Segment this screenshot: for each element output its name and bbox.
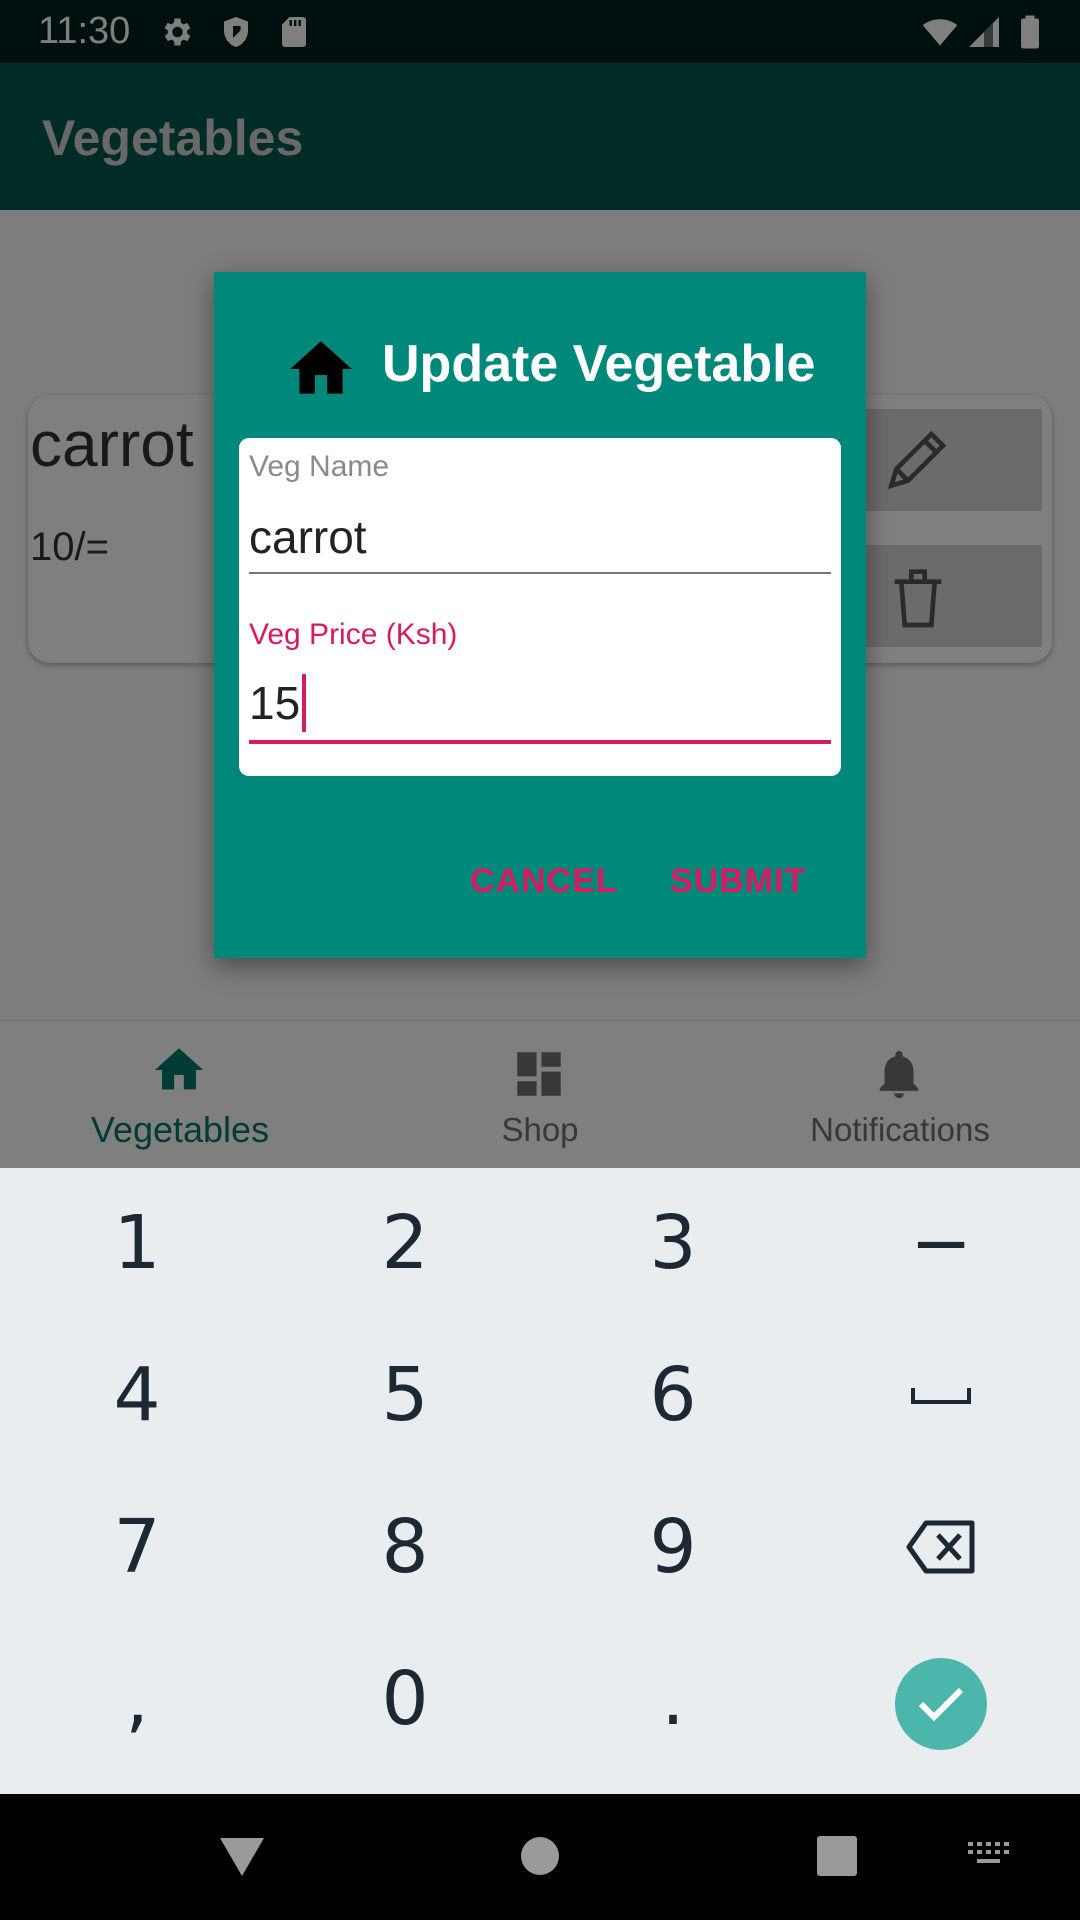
veg-price-underline [249,740,831,744]
key-comma[interactable]: , [2,1624,272,1774]
key-9[interactable]: 9 [538,1472,808,1622]
system-navigation-bar [0,1794,1080,1920]
dialog-title: Update Vegetable [382,335,816,393]
update-vegetable-dialog: Update Vegetable Veg Name carrot Veg Pri… [214,272,866,958]
space-key-icon [911,1388,971,1404]
text-cursor [302,673,307,732]
done-key[interactable] [895,1658,987,1750]
veg-name-input[interactable]: carrot [249,510,367,564]
keyboard-icon[interactable] [968,1842,1010,1870]
back-icon[interactable] [218,1834,266,1878]
veg-name-underline [249,572,831,574]
key-6[interactable]: 6 [538,1320,808,1470]
checkmark-icon [918,1687,964,1722]
key-1[interactable]: 1 [2,1168,272,1318]
key-7[interactable]: 7 [2,1472,272,1622]
backspace-icon [906,1520,975,1574]
veg-price-value: 15 [249,677,301,729]
key-minus[interactable]: − [806,1168,1076,1318]
home-icon [290,341,352,394]
key-0[interactable]: 0 [270,1624,540,1774]
key-space[interactable] [806,1320,1076,1470]
home-circle-icon[interactable] [520,1836,560,1876]
key-5[interactable]: 5 [270,1320,540,1470]
dialog-form: Veg Name carrot Veg Price (Ksh) 15 [239,438,841,776]
submit-button[interactable]: SUBMIT [670,862,806,901]
veg-price-label: Veg Price (Ksh) [249,618,458,651]
cancel-button[interactable]: CANCEL [470,862,618,901]
veg-price-input[interactable]: 15 [249,673,307,736]
recents-icon[interactable] [816,1835,858,1877]
key-8[interactable]: 8 [270,1472,540,1622]
key-3[interactable]: 3 [538,1168,808,1318]
key-backspace[interactable] [806,1472,1076,1622]
numeric-keyboard: 1 2 3 − 4 5 6 7 8 9 , 0 . [0,1168,1080,1794]
key-period[interactable]: . [538,1624,808,1774]
key-4[interactable]: 4 [2,1320,272,1470]
key-2[interactable]: 2 [270,1168,540,1318]
veg-name-label: Veg Name [249,450,390,483]
